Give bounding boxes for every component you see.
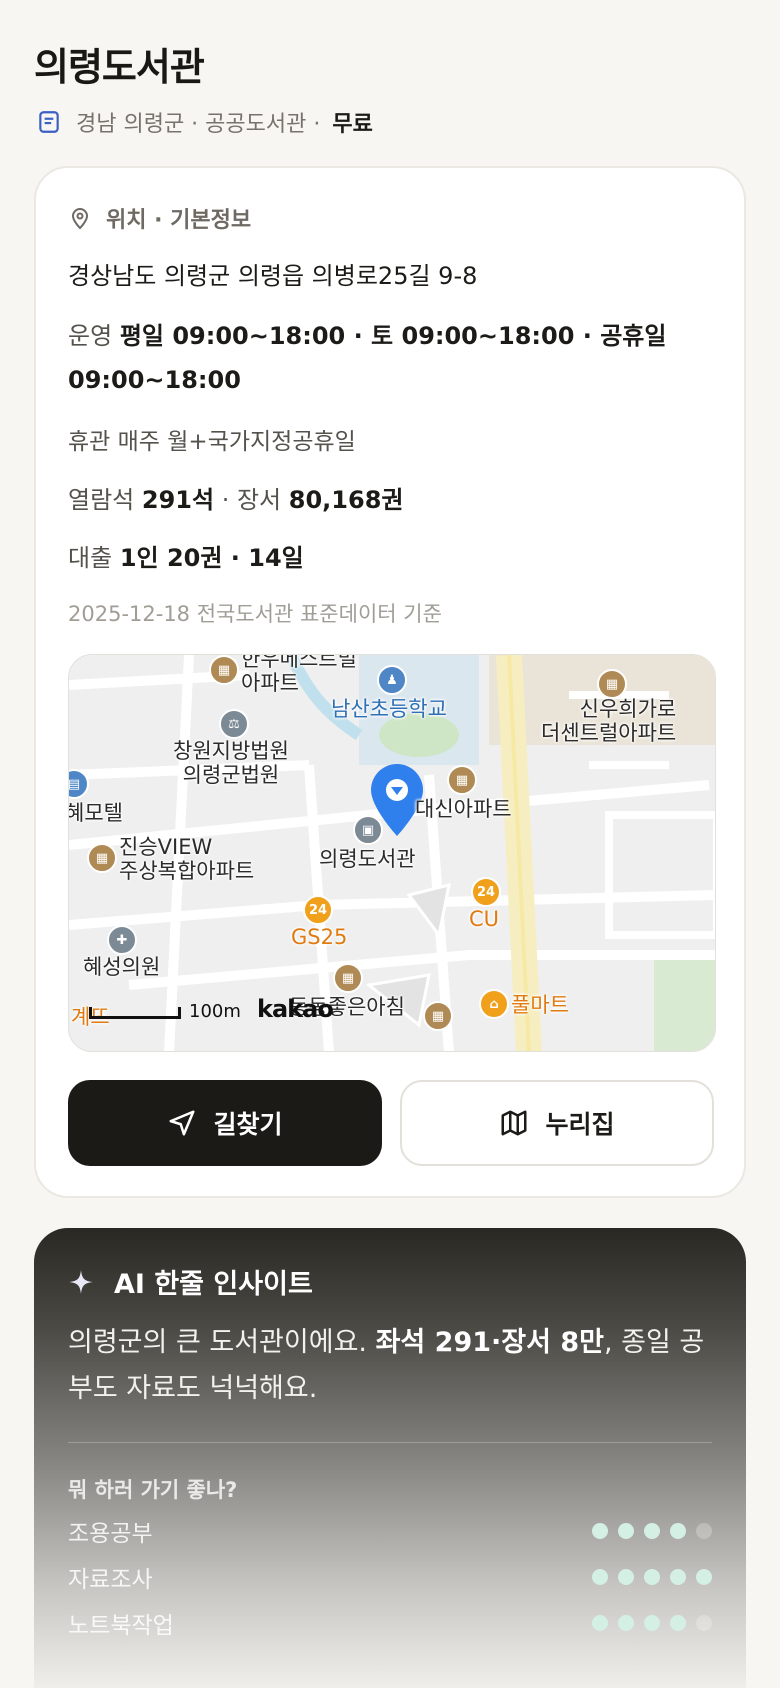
map-label-pulmart: 풀마트 bbox=[511, 993, 569, 1017]
ai-insight-card: AI 한줄 인사이트 의령군의 큰 도서관이에요. 좌석 291·장서 8만, … bbox=[34, 1228, 746, 1688]
page-title: 의령도서관 bbox=[34, 45, 205, 89]
court-icon: ⚖ bbox=[219, 709, 249, 739]
rating-dot bbox=[670, 1523, 686, 1539]
rating-dot bbox=[696, 1569, 712, 1585]
apartment-icon: ▦ bbox=[87, 843, 117, 873]
address: 경상남도 의령군 의령읍 의병로25길 9-8 bbox=[68, 262, 478, 290]
rating-dot bbox=[696, 1523, 712, 1539]
closed-days: 휴관 매주 월+국가지정공휴일 bbox=[68, 429, 356, 455]
data-source: 2025-12-18 전국도서관 표준데이터 기준 bbox=[68, 602, 442, 626]
seats-value: 291석 bbox=[141, 486, 215, 514]
navigation-arrow-icon bbox=[169, 1110, 195, 1136]
map-label-jinseung: 진승VIEW 주상복합아파트 bbox=[119, 835, 255, 883]
directions-label: 길찾기 bbox=[213, 1110, 283, 1139]
sparkle-icon bbox=[69, 1269, 93, 1294]
map-icon bbox=[501, 1110, 527, 1136]
location-map[interactable]: ▦ 한우메스트빌 아파트 ♟ 남산초등학교 ▦ 신우희가로 더센트럴아파트 ⚖ … bbox=[68, 654, 716, 1052]
map-label-shinwoo: 신우희가로 더센트럴아파트 bbox=[541, 697, 677, 745]
ai-insight-header: AI 한줄 인사이트 bbox=[68, 1262, 313, 1301]
rating-row: 조용공부 bbox=[68, 1516, 712, 1547]
rating-dot bbox=[670, 1615, 686, 1631]
rating-dot bbox=[644, 1569, 660, 1585]
map-scale-text: 100m bbox=[189, 1001, 241, 1022]
map-scale-bar bbox=[89, 1007, 181, 1019]
rating-dot bbox=[618, 1523, 634, 1539]
apartment-icon: ▦ bbox=[597, 669, 627, 699]
hours-value: 평일 09:00~18:00 · 토 09:00~18:00 · 공휴일 09:… bbox=[68, 322, 667, 394]
loan-label: 대출 bbox=[68, 544, 113, 572]
loan-value: 1인 20권 · 14일 bbox=[119, 544, 304, 572]
rating-dot bbox=[592, 1523, 608, 1539]
ai-insight-text: 의령군의 큰 도서관이에요. 좌석 291·장서 8만, 종일 공부도 자료도 … bbox=[68, 1320, 718, 1412]
apartment-icon: ▦ bbox=[447, 765, 477, 795]
school-icon: ♟ bbox=[377, 665, 407, 695]
rating-dot bbox=[696, 1615, 712, 1631]
map-brand-logo: kakao bbox=[257, 995, 334, 1023]
document-icon bbox=[39, 111, 59, 133]
rating-dot bbox=[618, 1569, 634, 1585]
rating-row: 자료조사 bbox=[68, 1562, 712, 1593]
library-icon: ▣ bbox=[353, 815, 383, 845]
rating-dot bbox=[644, 1523, 660, 1539]
rating-label: 노트북작업 bbox=[68, 1613, 174, 1639]
directions-button[interactable]: 길찾기 bbox=[68, 1080, 382, 1166]
books-label: · 장서 bbox=[221, 486, 282, 514]
seats-label: 열람석 bbox=[68, 486, 135, 514]
section-header: 위치 · 기본정보 bbox=[68, 202, 251, 234]
opening-hours: 운영 평일 09:00~18:00 · 토 09:00~18:00 · 공휴일 … bbox=[68, 314, 708, 402]
rating-dots bbox=[592, 1569, 712, 1585]
rating-row: 노트북작업 bbox=[68, 1608, 712, 1639]
rating-dots bbox=[592, 1523, 712, 1539]
rating-label: 조용공부 bbox=[68, 1521, 153, 1547]
library-meta: 경남 의령군 · 공공도서관 · 무료 bbox=[36, 106, 373, 138]
map-label-motel: 혜모텔 bbox=[68, 801, 123, 825]
map-label-apt1: 한우메스트빌 아파트 bbox=[241, 654, 357, 695]
map-label-daeshin: 대신아파트 bbox=[415, 797, 512, 821]
info-card: 위치 · 기본정보 경상남도 의령군 의령읍 의병로25길 9-8 운영 평일 … bbox=[34, 166, 746, 1198]
library-region-type: 경남 의령군 · 공공도서관 · bbox=[76, 112, 321, 137]
rating-label: 자료조사 bbox=[68, 1567, 153, 1593]
clinic-icon: ✚ bbox=[107, 925, 137, 955]
map-label-school: 남산초등학교 bbox=[331, 697, 447, 721]
ai-question: 뭐 하러 가기 좋나? bbox=[68, 1478, 238, 1502]
map-label-cu: CU bbox=[469, 907, 500, 931]
apartment-icon: ▦ bbox=[333, 963, 363, 993]
section-title: 위치 · 기본정보 bbox=[106, 208, 252, 233]
rating-dot bbox=[592, 1615, 608, 1631]
rating-dot bbox=[618, 1615, 634, 1631]
loan-policy: 대출 1인 20권 · 14일 bbox=[68, 538, 304, 573]
ai-insight-title: AI 한줄 인사이트 bbox=[114, 1269, 313, 1300]
apartment-icon: ▦ bbox=[209, 655, 239, 685]
rating-dot bbox=[670, 1569, 686, 1585]
map-label-clinic: 혜성의원 bbox=[83, 955, 161, 979]
convenience-store-icon: 24 bbox=[303, 895, 333, 925]
apartment-icon: ▦ bbox=[423, 1001, 453, 1031]
books-value: 80,168권 bbox=[288, 486, 404, 514]
map-label-library: 의령도서관 bbox=[319, 847, 416, 871]
homepage-button[interactable]: 누리집 bbox=[400, 1080, 714, 1166]
rating-dots bbox=[592, 1615, 712, 1631]
ai-text-part: 의령군의 큰 도서관이에요. bbox=[68, 1327, 376, 1358]
seats-books: 열람석 291석 · 장서 80,168권 bbox=[68, 480, 403, 515]
convenience-store-icon: 24 bbox=[471, 877, 501, 907]
divider bbox=[68, 1442, 712, 1443]
homepage-label: 누리집 bbox=[545, 1110, 615, 1139]
ai-text-highlight: 좌석 291·장서 8만 bbox=[375, 1327, 604, 1358]
fee-badge: 무료 bbox=[332, 112, 373, 137]
rating-dot bbox=[592, 1569, 608, 1585]
location-pin-icon bbox=[71, 208, 89, 230]
mart-icon: ⌂ bbox=[479, 989, 509, 1019]
rating-dot bbox=[644, 1615, 660, 1631]
map-label-gs25: GS25 bbox=[291, 925, 348, 949]
hours-label: 운영 bbox=[68, 322, 113, 350]
map-label-court: 창원지방법원 의령군법원 bbox=[173, 739, 289, 787]
